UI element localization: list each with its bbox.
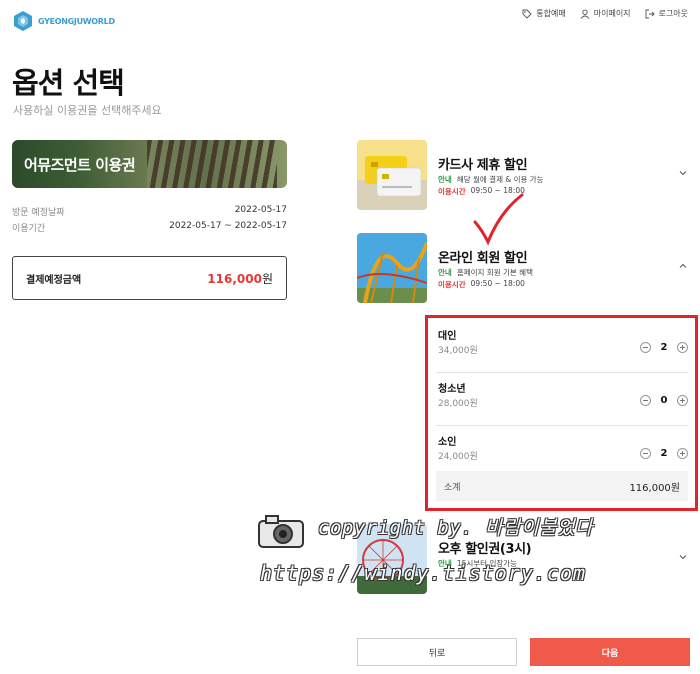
quantity-stepper: 2 [640, 448, 688, 459]
period-value: 2022-05-17 ~ 2022-05-17 [169, 221, 287, 231]
chevron-up-icon[interactable] [678, 261, 688, 271]
payment-summary: 결제예정금액 116,000원 [12, 256, 287, 300]
ferris-wheel-image-icon [357, 524, 427, 594]
quantity-value: 2 [660, 342, 668, 353]
info-text: 홈페이지 회원 기본 혜택 [456, 268, 533, 277]
ticket-tier-list: 대인 34,000원 2 청소년 28,000원 0 소인 24,000원 2 … [436, 320, 688, 501]
back-button[interactable]: 뒤로 [357, 638, 517, 666]
nav-label: 마이페이지 [593, 9, 631, 18]
option-info: 안내 15시부터 입장가능 [438, 558, 517, 569]
quantity-value: 2 [660, 448, 668, 459]
tier-price: 34,000원 [438, 346, 478, 356]
rollercoaster-image-icon [357, 233, 427, 303]
user-icon [580, 9, 590, 19]
camera-icon [258, 515, 304, 548]
visit-date-value: 2022-05-17 [234, 205, 287, 215]
payment-amount: 116,000원 [207, 270, 273, 287]
nav-mypage[interactable]: 마이페이지 [580, 8, 631, 19]
time-tag: 이용시간 [438, 187, 466, 196]
tier-youth: 청소년 28,000원 0 [436, 373, 688, 426]
tier-price: 28,000원 [438, 399, 478, 409]
time-text: 09:50 ~ 18:00 [470, 279, 525, 288]
info-text: 15시부터 입장가능 [456, 559, 518, 568]
option-afternoon[interactable]: 오후 할인권(3시) 안내 15시부터 입장가능 [357, 524, 690, 594]
chevron-down-icon[interactable] [678, 168, 688, 178]
tier-name: 대인 [438, 331, 457, 342]
ticket-banner-label: 어뮤즈먼트 이용권 [24, 156, 136, 174]
page-title: 옵션 선택 [12, 66, 125, 100]
option-name: 카드사 제휴 할인 [438, 158, 528, 173]
brand-logo[interactable]: GYEONGJUWORLD [12, 10, 115, 32]
payment-amount-number: 116,000 [207, 271, 262, 286]
option-name: 온라인 회원 할인 [438, 251, 528, 266]
visit-date-label: 방문 예정날짜 [12, 208, 65, 218]
quantity-stepper: 2 [640, 342, 688, 353]
rollercoaster-thumbnail [357, 233, 427, 303]
payment-amount-unit: 원 [261, 271, 273, 286]
subtotal-value: 116,000원 [629, 482, 680, 494]
plus-button[interactable] [677, 342, 688, 353]
ride-photo [147, 140, 277, 188]
next-button[interactable]: 다음 [530, 638, 690, 666]
checkmark-annotation-icon [473, 193, 524, 246]
tier-price: 24,000원 [438, 452, 478, 462]
logout-icon [645, 9, 655, 18]
page-subtitle: 사용하실 이용권을 선택해주세요 [13, 104, 162, 117]
info-tag: 안내 [438, 268, 452, 277]
option-name: 오후 할인권(3시) [438, 542, 532, 557]
option-info: 안내 홈페이지 회원 기본 혜택 [438, 267, 533, 278]
payment-label: 결제예정금액 [26, 274, 82, 286]
quantity-value: 0 [660, 395, 668, 406]
logo-text: GYEONGJUWORLD [38, 16, 115, 26]
minus-button[interactable] [640, 395, 651, 406]
chevron-down-icon[interactable] [678, 552, 688, 562]
card-thumbnail [357, 140, 427, 210]
tag-icon [522, 9, 532, 19]
tier-name: 소인 [438, 437, 457, 448]
nav-label: 로그아웃 [658, 9, 688, 18]
period-label: 이용기간 [12, 224, 46, 234]
subtotal-row: 소계 116,000원 [436, 471, 688, 501]
minus-button[interactable] [640, 448, 651, 459]
option-info: 안내 해당 월에 결제 & 이용 가능 [438, 174, 544, 185]
logo-mark-icon [14, 11, 32, 31]
nav-integrated-booking[interactable]: 통합예매 [522, 8, 566, 19]
info-tag: 안내 [438, 175, 452, 184]
quantity-stepper: 0 [640, 395, 688, 406]
info-tag: 안내 [438, 559, 452, 568]
top-nav: 통합예매 마이페이지 로그아웃 [522, 8, 688, 19]
ticket-banner: 어뮤즈먼트 이용권 [12, 140, 287, 188]
credit-card-image-icon [357, 140, 427, 210]
plus-button[interactable] [677, 448, 688, 459]
visit-date-row: 방문 예정날짜 2022-05-17 [12, 205, 287, 218]
period-row: 이용기간 2022-05-17 ~ 2022-05-17 [12, 221, 287, 234]
minus-button[interactable] [640, 342, 651, 353]
nav-label: 통합예매 [536, 9, 566, 18]
nav-logout[interactable]: 로그아웃 [645, 8, 688, 19]
plus-button[interactable] [677, 395, 688, 406]
tier-name: 청소년 [438, 384, 466, 395]
ferris-wheel-thumbnail [357, 524, 427, 594]
subtotal-label: 소계 [444, 482, 461, 493]
tier-adult: 대인 34,000원 2 [436, 320, 688, 373]
option-time: 이용시간 09:50 ~ 18:00 [438, 279, 525, 290]
time-tag: 이용시간 [438, 280, 466, 289]
tier-child: 소인 24,000원 2 [436, 426, 688, 471]
info-text: 해당 월에 결제 & 이용 가능 [456, 175, 544, 184]
